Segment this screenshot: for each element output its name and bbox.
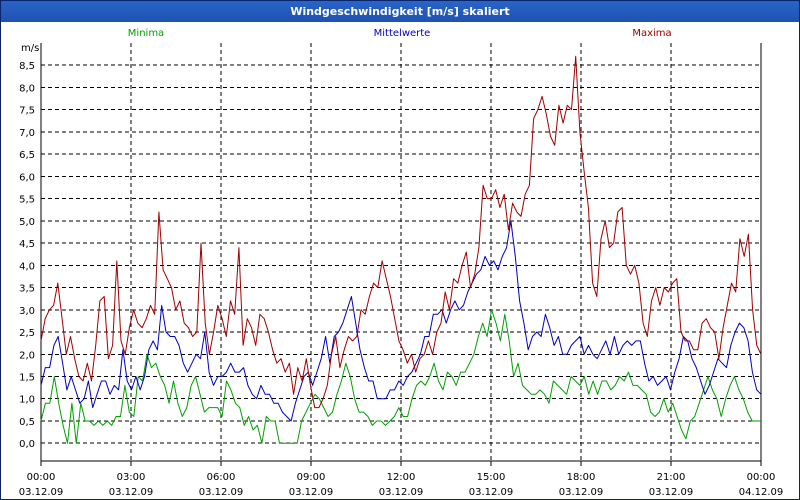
chart-window: Windgeschwindigkeit [m/s] skaliert 0,0 0,…: [0, 0, 800, 500]
y-tick-label: 6,5: [19, 150, 35, 161]
y-tick-label: 2,0: [19, 350, 35, 361]
x-tick-time: 15:00: [477, 472, 506, 483]
x-tick-time: 12:00: [387, 472, 416, 483]
x-tick-date: 03.12.09: [469, 487, 514, 498]
x-tick-time: 21:00: [657, 472, 686, 483]
y-tick-label: 6,0: [19, 172, 35, 183]
x-tick-date: 03.12.09: [559, 487, 604, 498]
x-tick-time: 09:00: [297, 472, 326, 483]
x-tick-time: 00:00: [747, 472, 776, 483]
y-tick-label: 3,5: [19, 284, 35, 295]
y-tick-label: 7,0: [19, 128, 35, 139]
y-tick-label: 7,5: [19, 106, 35, 117]
y-tick-label: 4,0: [19, 261, 35, 272]
legend-maxima: Maxima: [632, 28, 671, 39]
x-tick-date: 04.12.09: [739, 487, 784, 498]
x-tick-date: 03.12.09: [109, 487, 154, 498]
x-tick-time: 00:00: [27, 472, 56, 483]
x-tick-date: 03.12.09: [199, 487, 244, 498]
legend-minima: Minima: [128, 28, 164, 39]
y-tick-label: 1,5: [19, 373, 35, 384]
y-axis-unit: m/s: [21, 43, 39, 54]
y-tick-label: 0,5: [19, 417, 35, 428]
y-tick-label: 1,0: [19, 395, 35, 406]
y-tick-label: 5,5: [19, 195, 35, 206]
x-tick-time: 06:00: [207, 472, 236, 483]
series-mittelwerte-line: [40, 220, 762, 422]
y-tick-label: 2,5: [19, 328, 35, 339]
x-tick-date: 03.12.09: [649, 487, 694, 498]
legend-mittelwerte: Mittelwerte: [374, 28, 431, 39]
chart-svg: 0,0 0,5 1,0 1,5 2,0 2,5 3,0 3,5 4,0 4,5 5,0 5,5 6,0 6…: [19, 28, 784, 498]
y-tick-label: 0,0: [19, 439, 35, 450]
y-tick-label: 8,5: [19, 61, 35, 72]
y-tick-label: 5,0: [19, 217, 35, 228]
x-tick-date: 03.12.09: [19, 487, 64, 498]
y-tick-label: 4,5: [19, 239, 35, 250]
x-tick-time: 03:00: [117, 472, 146, 483]
y-tick-label: 3,0: [19, 306, 35, 317]
x-tick-time: 18:00: [567, 472, 596, 483]
x-tick-date: 03.12.09: [289, 487, 334, 498]
y-tick-label: 8,0: [19, 83, 35, 94]
x-tick-date: 03.12.09: [379, 487, 424, 498]
